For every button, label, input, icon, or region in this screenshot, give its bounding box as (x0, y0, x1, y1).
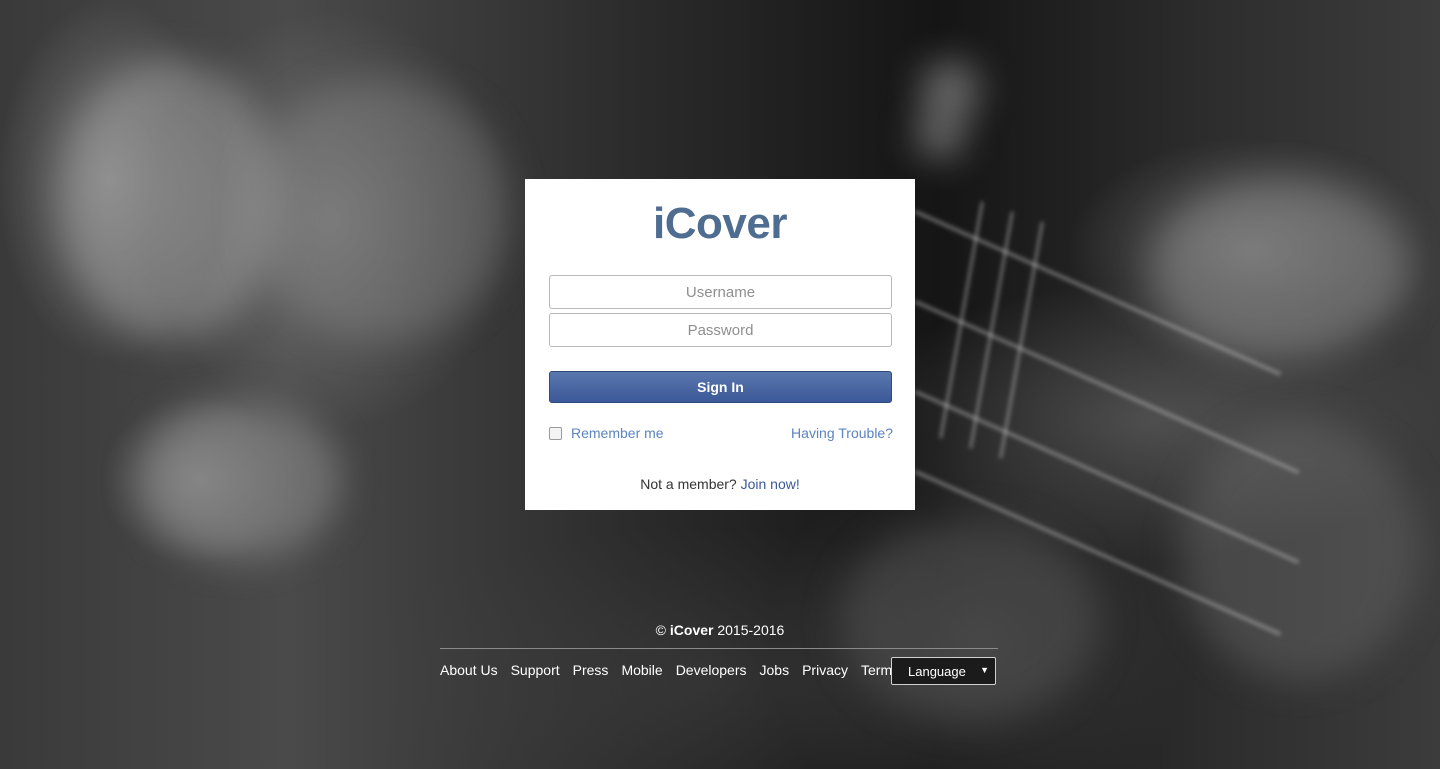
footer-link-about-us[interactable]: About Us (440, 662, 498, 678)
footer-link-privacy[interactable]: Privacy (802, 662, 848, 678)
remember-me-label[interactable]: Remember me (571, 425, 664, 441)
remember-me-checkbox[interactable] (549, 426, 562, 440)
signup-prompt: Not a member? Join now! (525, 476, 915, 492)
signup-prompt-text: Not a member? (640, 476, 737, 492)
footer-links: About Us Support Press Mobile Developers… (440, 662, 912, 678)
login-card: iCover Sign In Remember me Having Troubl… (525, 179, 915, 510)
username-input[interactable] (549, 275, 892, 309)
chevron-down-icon: ▼ (980, 665, 989, 675)
footer-link-support[interactable]: Support (511, 662, 560, 678)
remember-me: Remember me (549, 425, 664, 441)
having-trouble-link[interactable]: Having Trouble? (791, 425, 893, 441)
join-now-link[interactable]: Join now! (741, 476, 800, 492)
footer-divider (440, 648, 998, 649)
brand-logo: iCover (653, 199, 787, 248)
language-select[interactable]: Language ▼ (891, 657, 996, 685)
copyright-brand: iCover (669, 622, 714, 638)
footer-link-developers[interactable]: Developers (676, 662, 747, 678)
footer-link-press[interactable]: Press (573, 662, 609, 678)
footer-link-jobs[interactable]: Jobs (760, 662, 790, 678)
footer-link-mobile[interactable]: Mobile (621, 662, 662, 678)
password-input[interactable] (549, 313, 892, 347)
sign-in-button[interactable]: Sign In (549, 371, 892, 403)
language-select-label: Language (908, 663, 966, 679)
copyright: © iCover 2015-2016 (0, 622, 1440, 638)
copyright-symbol: © (655, 622, 666, 638)
copyright-years: 2015-2016 (717, 622, 785, 638)
